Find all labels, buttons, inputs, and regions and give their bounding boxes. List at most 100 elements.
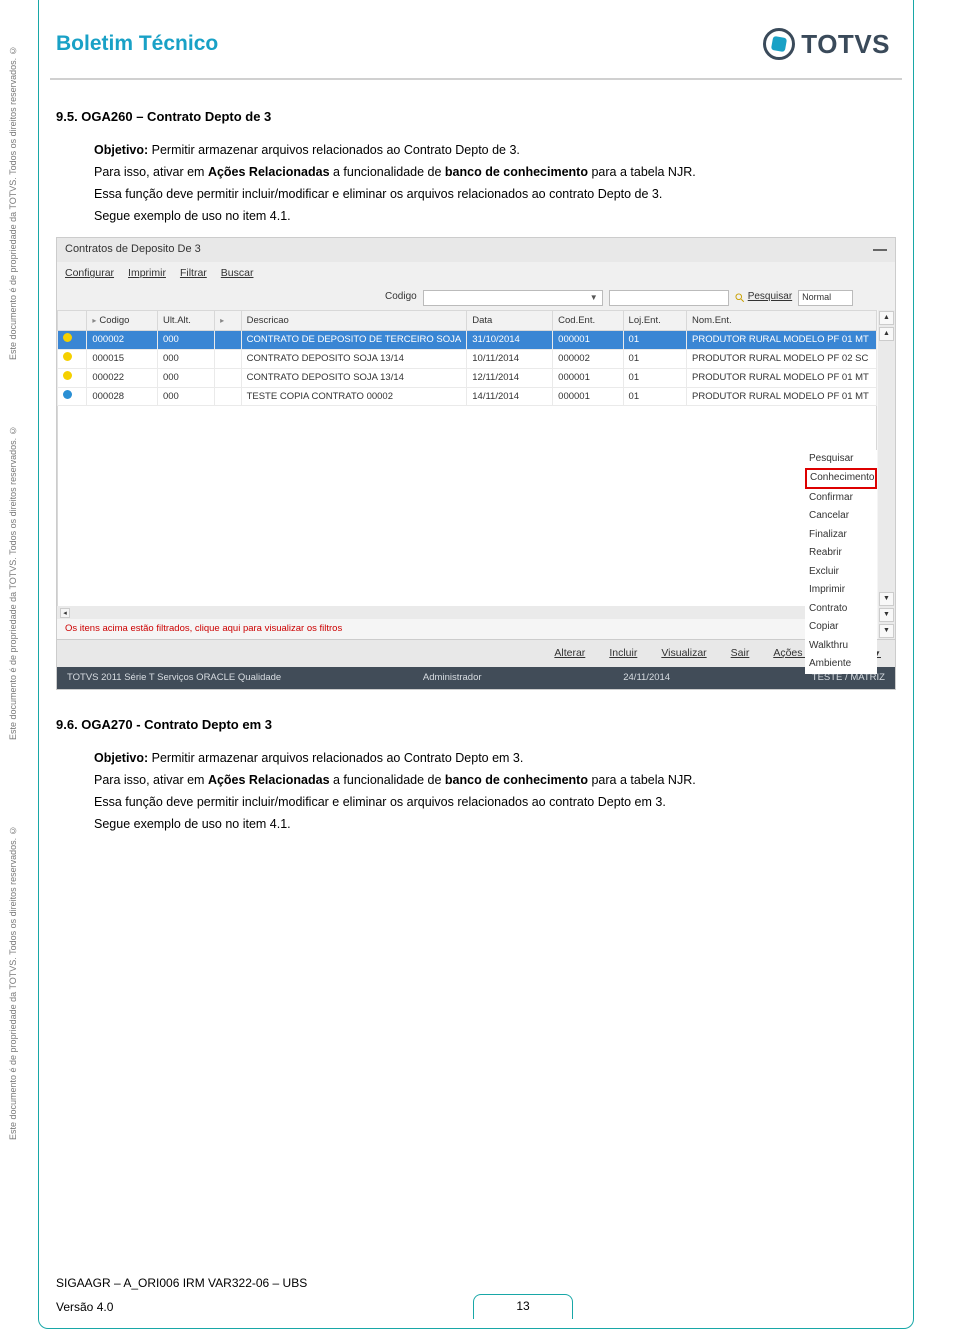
footer: SIGAAGR – A_ORI006 IRM VAR322-06 – UBS V… [56, 1276, 896, 1319]
minimize-icon[interactable] [873, 249, 887, 251]
cell-descricao: TESTE COPIA CONTRATO 00002 [241, 387, 467, 406]
status-user: Administrador [423, 671, 482, 685]
scroll-up2-icon[interactable]: ▲ [879, 327, 894, 341]
s2p2d: banco de conhecimento [445, 773, 588, 787]
objetivo-label: Objetivo: [94, 751, 148, 765]
cell-lojent: 01 [623, 368, 686, 387]
section1-p3: Essa função deve permitir incluir/modifi… [94, 185, 896, 203]
context-menu-item[interactable]: Confirmar [805, 489, 877, 508]
search-field-label: Codigo [385, 290, 417, 305]
section2-objetivo: Objetivo: Permitir armazenar arquivos re… [94, 749, 896, 767]
action-incluir[interactable]: Incluir [609, 646, 637, 661]
search-field-select[interactable]: ▼ [423, 290, 603, 306]
cell-ultalt: 000 [157, 350, 214, 369]
context-menu-item[interactable]: Copiar [805, 618, 877, 637]
scroll-up-icon[interactable]: ▲ [879, 311, 894, 325]
table-row[interactable]: 000002000CONTRATO DE DEPOSITO DE TERCEIR… [58, 331, 877, 350]
footer-doc-id: SIGAAGR – A_ORI006 IRM VAR322-06 – UBS [56, 1276, 896, 1290]
menu-imprimir[interactable]: Imprimir [128, 266, 166, 281]
action-visualizar[interactable]: Visualizar [661, 646, 706, 661]
context-menu-item[interactable]: Cancelar [805, 507, 877, 526]
horizontal-scrollbar[interactable]: ◂ [57, 606, 877, 619]
status-bar: TOTVS 2011 Série T Serviços ORACLE Quali… [57, 667, 895, 689]
cell-data: 14/11/2014 [467, 387, 553, 406]
cell-noment: PRODUTOR RURAL MODELO PF 01 MT [687, 368, 877, 387]
section2-p2: Para isso, ativar em Ações Relacionadas … [94, 771, 896, 789]
cell-lojent: 01 [623, 331, 686, 350]
table-row[interactable]: 000022000CONTRATO DEPOSITO SOJA 13/1412/… [58, 368, 877, 387]
section2-p4: Segue exemplo de uso no item 4.1. [94, 815, 896, 833]
s2p2b: Ações Relacionadas [208, 773, 330, 787]
menu-configurar[interactable]: Configurar [65, 266, 114, 281]
context-menu-item[interactable]: Conhecimento [805, 468, 877, 489]
context-menu: PesquisarConhecimentoConfirmarCancelarFi… [805, 450, 877, 674]
action-alterar[interactable]: Alterar [554, 646, 585, 661]
cell-descricao: CONTRATO DEPOSITO SOJA 13/14 [241, 350, 467, 369]
s1p2e: para a tabela NJR. [588, 165, 696, 179]
section1-p4: Segue exemplo de uso no item 4.1. [94, 207, 896, 225]
col-codent[interactable]: Cod.Ent. [553, 310, 623, 331]
context-menu-item[interactable]: Pesquisar [805, 450, 877, 469]
col-noment[interactable]: Nom.Ent. [687, 310, 877, 331]
menu-buscar[interactable]: Buscar [221, 266, 254, 281]
menu-filtrar[interactable]: Filtrar [180, 266, 207, 281]
col-data[interactable]: Data [467, 310, 553, 331]
col-lojent[interactable]: Loj.Ent. [623, 310, 686, 331]
search-input[interactable] [609, 290, 729, 306]
context-menu-item[interactable]: Contrato [805, 600, 877, 619]
page-title: Boletim Técnico [56, 32, 218, 56]
action-sair[interactable]: Sair [731, 646, 750, 661]
context-menu-item[interactable]: Excluir [805, 563, 877, 582]
side-ownership-text-1: Este documento é de propriedade da TOTVS… [8, 20, 18, 360]
window-titlebar: Contratos de Deposito De 3 [57, 238, 895, 262]
cell-codent: 000001 [553, 331, 623, 350]
vertical-scrollbar[interactable]: ▲ ▲ ▼ ▼ ▼ [878, 310, 895, 640]
searchbar: Codigo ▼ Pesquisar Normal [57, 286, 895, 310]
scroll-dn2-icon[interactable]: ▼ [879, 608, 894, 622]
scroll-left-icon[interactable]: ◂ [60, 608, 70, 618]
table-row[interactable]: 000015000CONTRATO DEPOSITO SOJA 13/1410/… [58, 350, 877, 369]
filter-notice[interactable]: Os itens acima estão filtrados, clique a… [57, 619, 895, 639]
context-menu-item[interactable]: Walkthru [805, 637, 877, 656]
col-ultalt[interactable]: Ult.Alt. [157, 310, 214, 331]
action-bar: Alterar Incluir Visualizar Sair Ações Re… [57, 639, 895, 667]
cell-descricao: CONTRATO DE DEPOSITO DE TERCEIRO SOJA [241, 331, 467, 350]
header: Boletim Técnico TOTVS [56, 28, 890, 60]
cell-ultalt: 000 [157, 331, 214, 350]
cell-data: 12/11/2014 [467, 368, 553, 387]
totvs-logo-text: TOTVS [801, 29, 890, 60]
context-menu-item[interactable]: Imprimir [805, 581, 877, 600]
context-menu-item[interactable]: Reabrir [805, 544, 877, 563]
status-dot-icon [63, 333, 72, 342]
menubar: Configurar Imprimir Filtrar Buscar [57, 262, 895, 285]
chevron-down-icon: ▼ [590, 292, 598, 304]
col-codigo[interactable]: Codigo [87, 310, 158, 331]
context-menu-item[interactable]: Finalizar [805, 526, 877, 545]
view-mode-select[interactable]: Normal [798, 290, 853, 306]
status-date: 24/11/2014 [623, 671, 670, 685]
table-row[interactable]: 000028000TESTE COPIA CONTRATO 0000214/11… [58, 387, 877, 406]
s2p2e: para a tabela NJR. [588, 773, 696, 787]
scroll-dn3-icon[interactable]: ▼ [879, 624, 894, 638]
side-ownership-text-2: Este documento é de propriedade da TOTVS… [8, 400, 18, 740]
section-heading-95: 9.5. OGA260 – Contrato Depto de 3 [56, 108, 896, 127]
cell-ultalt: 000 [157, 368, 214, 387]
col-descricao[interactable]: Descricao [241, 310, 467, 331]
cell-lojent: 01 [623, 350, 686, 369]
page-number: 13 [473, 1294, 572, 1319]
status-env: TOTVS 2011 Série T Serviços ORACLE Quali… [67, 671, 281, 685]
objetivo-text: Permitir armazenar arquivos relacionados… [148, 143, 520, 157]
grid-header-row: Codigo Ult.Alt. Descricao Data Cod.Ent. … [58, 310, 877, 331]
cell-noment: PRODUTOR RURAL MODELO PF 02 SC [687, 350, 877, 369]
context-menu-item[interactable]: Ambiente [805, 655, 877, 674]
grid-empty-area [57, 406, 877, 606]
cell-codigo: 000028 [87, 387, 158, 406]
col-status[interactable] [58, 310, 87, 331]
scroll-dn-icon[interactable]: ▼ [879, 592, 894, 606]
cell-codent: 000001 [553, 368, 623, 387]
col-blank[interactable] [215, 310, 241, 331]
search-button[interactable]: Pesquisar [735, 290, 792, 305]
cell-codent: 000001 [553, 387, 623, 406]
cell-noment: PRODUTOR RURAL MODELO PF 01 MT [687, 387, 877, 406]
grid-wrap: Codigo Ult.Alt. Descricao Data Cod.Ent. … [57, 310, 895, 640]
